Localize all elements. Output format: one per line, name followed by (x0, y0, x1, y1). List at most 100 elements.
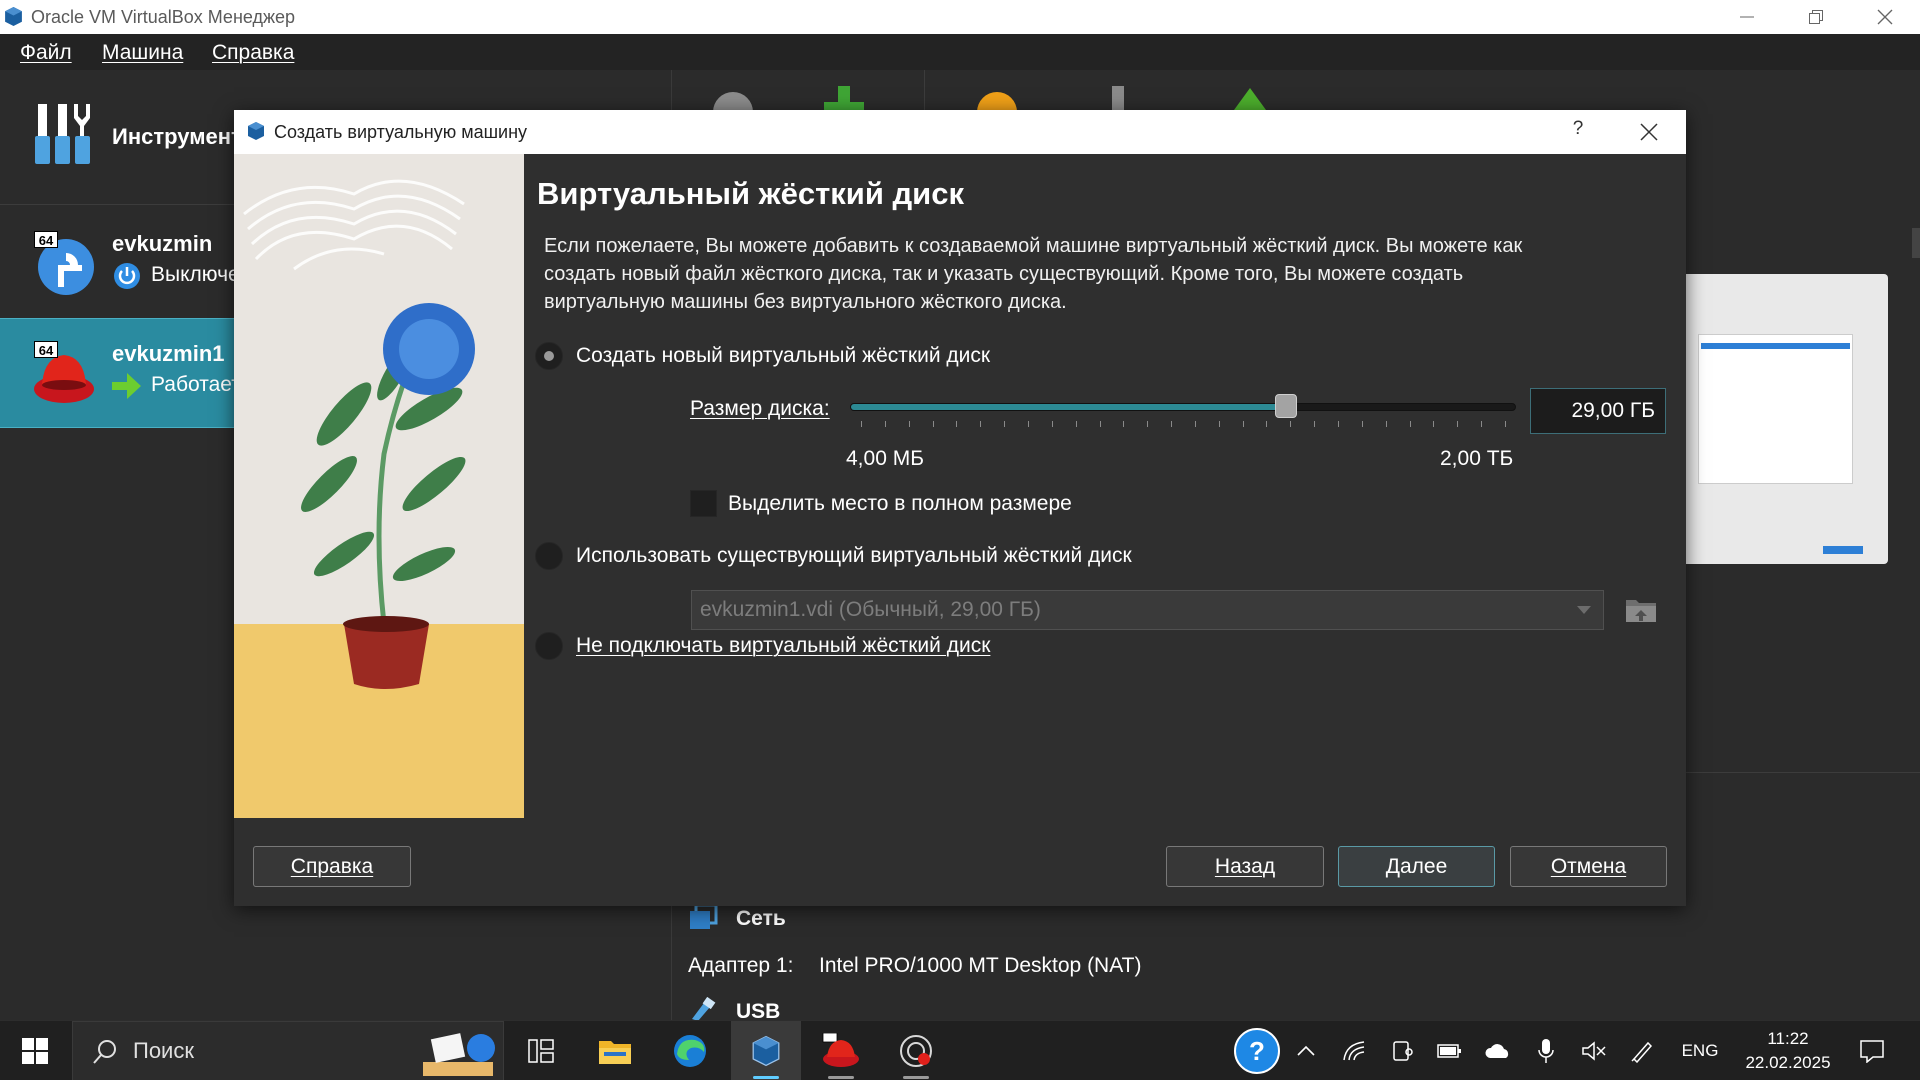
existing-disk-value: evkuzmin1.vdi (Обычный, 29,00 ГБ) (700, 598, 1041, 621)
divider (1680, 772, 1920, 773)
menu-file[interactable]: Файл (20, 41, 72, 65)
cloud-icon (1485, 1044, 1509, 1058)
language-indicator[interactable]: ENG (1672, 1021, 1728, 1080)
volume-muted-icon (1582, 1041, 1606, 1061)
file-explorer-button[interactable] (580, 1021, 650, 1080)
notifications-button[interactable] (1852, 1021, 1892, 1080)
back-button[interactable]: Назад (1166, 846, 1324, 887)
taskbar-clock[interactable]: 11:22 22.02.2025 (1738, 1027, 1838, 1075)
record-icon (900, 1035, 932, 1067)
restore-button[interactable] (1781, 0, 1850, 34)
microphone-icon (1538, 1039, 1554, 1063)
virtualbox-app-icon (752, 1035, 780, 1067)
help-circle-icon: ? (1234, 1028, 1280, 1074)
vm-window-taskbar-button[interactable] (806, 1021, 876, 1080)
search-icon (93, 1040, 116, 1064)
radio-no-disk[interactable] (535, 632, 563, 660)
size-min-label: 4,00 МБ (846, 447, 924, 470)
cancel-button[interactable]: Отмена (1510, 846, 1667, 887)
vm-preview (1678, 274, 1888, 564)
clock-time: 11:22 (1767, 1029, 1809, 1048)
slider-tick (1051, 421, 1053, 427)
help-button[interactable]: Справка (253, 846, 411, 887)
use-existing-disk-label[interactable]: Использовать существующий виртуальный жё… (576, 544, 1132, 568)
slider-tick (956, 421, 958, 427)
vm-item-evkuzmin[interactable]: 64 evkuzmin Выключена (0, 211, 263, 321)
task-view-button[interactable] (506, 1021, 576, 1080)
task-view-icon (528, 1039, 554, 1063)
network-icon (690, 903, 718, 929)
slider-tick (1194, 421, 1196, 427)
battery-icon (1437, 1044, 1461, 1058)
radio-use-existing-disk[interactable] (535, 542, 563, 570)
help-tray-button[interactable]: ? (1230, 1021, 1284, 1080)
vm-name: evkuzmin1 (112, 341, 225, 366)
close-icon (1877, 9, 1892, 25)
display-tray-icon[interactable] (1384, 1021, 1420, 1080)
taskbar-search[interactable]: Поиск (72, 1021, 504, 1080)
start-button[interactable] (0, 1021, 70, 1080)
slider-tick (1242, 421, 1244, 427)
slider-tick (1075, 421, 1077, 427)
disk-size-input[interactable]: 29,00 ГБ (1530, 388, 1666, 434)
next-button[interactable]: Далее (1338, 846, 1495, 887)
close-window-button[interactable] (1850, 0, 1919, 34)
vm-name: evkuzmin (112, 231, 213, 256)
pen-tray-icon[interactable] (1624, 1021, 1660, 1080)
microphone-tray-icon[interactable] (1528, 1021, 1564, 1080)
virtualbox-taskbar-button[interactable] (731, 1021, 801, 1080)
search-label: Поиск (133, 1038, 194, 1063)
power-off-icon (114, 263, 140, 289)
recorder-app-button[interactable] (881, 1021, 951, 1080)
phone-link-icon (1393, 1041, 1413, 1061)
disk-size-label: Размер диска: (690, 397, 830, 420)
windows-logo-icon (22, 1038, 48, 1064)
slider-tick (1027, 421, 1029, 427)
battery-tray-icon[interactable] (1432, 1021, 1468, 1080)
menu-bar: Файл Машина Справка (0, 34, 1920, 70)
window-title: Oracle VM VirtualBox Менеджер (31, 7, 296, 27)
no-disk-label[interactable]: Не подключать виртуальный жёсткий диск (576, 634, 990, 658)
pen-icon (1631, 1041, 1653, 1063)
disk-size-slider[interactable] (850, 393, 1516, 433)
vm-item-evkuzmin1[interactable]: 64 evkuzmin1 Работает (0, 318, 241, 428)
running-indicator (828, 1076, 854, 1079)
minimize-button[interactable] (1712, 0, 1781, 34)
menu-help[interactable]: Справка (212, 41, 294, 65)
existing-disk-select[interactable]: evkuzmin1.vdi (Обычный, 29,00 ГБ) (691, 590, 1604, 630)
radio-create-new-disk[interactable] (535, 342, 563, 370)
wifi-tray-icon[interactable] (1336, 1021, 1372, 1080)
adapter-value: Intel PRO/1000 MT Desktop (NAT) (819, 954, 1142, 977)
edge-browser-button[interactable] (655, 1021, 725, 1080)
size-max-label: 2,00 ТБ (1440, 447, 1514, 470)
usb-icon (692, 997, 716, 1021)
show-hidden-icons-button[interactable] (1288, 1021, 1324, 1080)
active-indicator (753, 1076, 779, 1079)
dialog-close-button[interactable] (1634, 117, 1664, 147)
search-highlight-icon (423, 1033, 495, 1076)
dialog-titlebar: Создать виртуальную машину ? (234, 110, 1686, 154)
create-vm-dialog: Создать виртуальную машину ? Виртуальный… (234, 110, 1686, 906)
folder-icon (599, 1041, 631, 1064)
edge-icon (674, 1035, 706, 1067)
slider-tick (1218, 421, 1220, 427)
slider-tick (1266, 421, 1268, 427)
volume-tray-icon[interactable] (1576, 1021, 1612, 1080)
menu-machine[interactable]: Машина (102, 41, 183, 65)
slider-tick (1385, 421, 1387, 427)
page-title: Виртуальный жёсткий диск (537, 176, 964, 211)
preallocate-checkbox[interactable] (690, 490, 717, 517)
choose-disk-folder-icon[interactable] (1624, 592, 1658, 626)
preallocate-label[interactable]: Выделить место в полном размере (728, 492, 1072, 516)
create-new-disk-label[interactable]: Создать новый виртуальный жёсткий диск (576, 344, 990, 368)
onedrive-tray-icon[interactable] (1480, 1021, 1516, 1080)
slider-tick (1457, 421, 1459, 427)
slider-handle[interactable] (1275, 394, 1298, 418)
slider-tick (1171, 421, 1173, 427)
main-toolbar (672, 70, 1292, 114)
context-help-button[interactable]: ? (1566, 118, 1590, 144)
tools-icon (35, 104, 90, 164)
slider-tick (1338, 421, 1340, 427)
network-heading[interactable]: Сеть (736, 907, 786, 931)
running-indicator (903, 1076, 929, 1079)
